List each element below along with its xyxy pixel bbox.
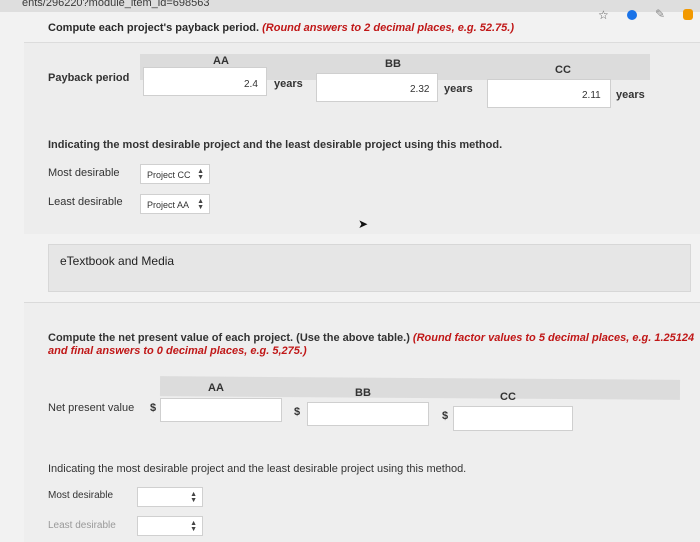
extension-blue-icon[interactable] [627, 10, 637, 20]
payback-prompt-text: Compute each project's payback period. [48, 22, 260, 34]
payback-bb-unit: years [444, 83, 473, 95]
npv-prompt-text: Compute the net present value of each pr… [48, 332, 410, 344]
payback-most-desirable-label: Most desirable [48, 167, 120, 179]
payback-prompt-note: (Round answers to 2 decimal places, e.g.… [262, 22, 514, 34]
payback-cc-unit: years [616, 89, 645, 101]
npv-column-header-bb: BB [355, 387, 371, 399]
column-header-cc: CC [555, 64, 571, 76]
payback-most-desirable-value: Project CC [147, 170, 191, 180]
updown-chevron-icon: ▲ ▼ [190, 491, 197, 504]
etextbook-media-box[interactable] [48, 244, 691, 292]
extension-pen-icon[interactable]: ✎ [655, 7, 665, 21]
npv-aa-input[interactable] [160, 398, 282, 422]
npv-aa-currency: $ [150, 402, 157, 414]
npv-indicate-text: Indicating the most desirable project an… [48, 463, 467, 475]
url-text[interactable]: ents/296220?module_item_id=698563 [22, 0, 209, 9]
payback-period-label: Payback period [48, 72, 130, 84]
npv-most-desirable-select[interactable]: ▲ ▼ [137, 487, 203, 507]
npv-label: Net present value [48, 402, 135, 414]
payback-cc-value: 2.11 [582, 90, 601, 101]
payback-least-desirable-value: Project AA [147, 200, 190, 210]
payback-least-desirable-label: Least desirable [48, 196, 123, 208]
payback-aa-value: 2.4 [244, 79, 258, 90]
npv-least-desirable-select[interactable]: ▲ ▼ [137, 516, 203, 536]
npv-cc-currency: $ [442, 410, 449, 422]
extension-orange-icon[interactable] [683, 9, 693, 20]
bookmark-star-icon[interactable]: ☆ [598, 8, 609, 22]
column-header-bb: BB [385, 58, 401, 70]
npv-least-desirable-label: Least desirable [48, 520, 116, 531]
payback-prompt: Compute each project's payback period. (… [48, 22, 514, 34]
payback-least-desirable-select[interactable]: Project AA ▲ ▼ [140, 194, 210, 214]
payback-aa-unit: years [274, 78, 303, 90]
npv-column-header-band [159, 376, 681, 400]
column-header-aa: AA [213, 55, 229, 67]
npv-most-desirable-label: Most desirable [48, 490, 114, 501]
npv-cc-input[interactable] [453, 406, 573, 431]
mouse-cursor-icon: ➤ [358, 217, 369, 231]
updown-chevron-icon: ▲ ▼ [190, 520, 197, 533]
updown-chevron-icon: ▲ ▼ [197, 168, 204, 181]
updown-chevron-icon: ▲ ▼ [197, 198, 204, 211]
npv-column-header-cc: CC [500, 391, 516, 403]
npv-bb-input[interactable] [307, 402, 429, 426]
payback-most-desirable-select[interactable]: Project CC ▲ ▼ [140, 164, 210, 184]
etextbook-media-link[interactable]: eTextbook and Media [60, 254, 174, 268]
npv-prompt: Compute the net present value of each pr… [48, 332, 698, 358]
npv-bb-currency: $ [294, 406, 301, 418]
npv-column-header-aa: AA [208, 382, 224, 394]
payback-indicate-text: Indicating the most desirable project an… [48, 139, 503, 151]
payback-bb-value: 2.32 [410, 84, 430, 95]
